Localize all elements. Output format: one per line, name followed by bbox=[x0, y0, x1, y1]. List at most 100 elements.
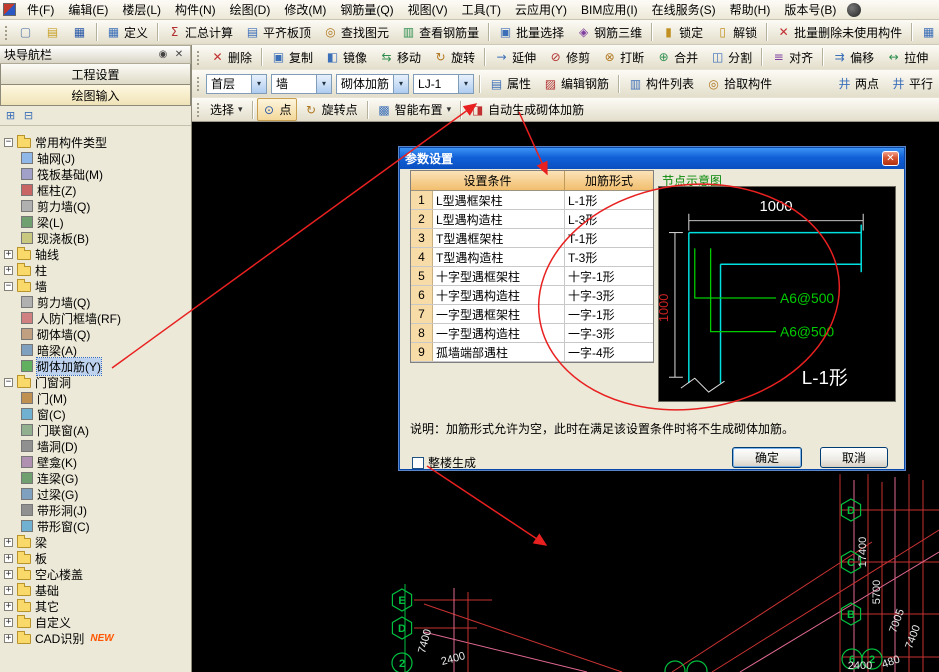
component-list-button[interactable]: ▥ 构件列表 bbox=[623, 72, 699, 95]
unlock-button[interactable]: ▯ 解锁 bbox=[710, 21, 762, 44]
menu-item-11[interactable]: BIM应用(I) bbox=[574, 0, 645, 20]
expand-icon[interactable]: + bbox=[4, 617, 13, 627]
tree-item-28[interactable]: + 基础 bbox=[0, 582, 191, 598]
menu-item-13[interactable]: 帮助(H) bbox=[723, 0, 778, 20]
column-header-condition[interactable]: 设置条件 bbox=[411, 171, 565, 190]
tree-item-26[interactable]: + 板 bbox=[0, 550, 191, 566]
select-mode-dropdown[interactable]: 选择 ▾ bbox=[205, 98, 248, 121]
chevron-down-icon[interactable]: ▾ bbox=[393, 74, 409, 93]
expand-icon[interactable]: + bbox=[4, 249, 13, 259]
cell-form[interactable]: 十字-1形 bbox=[565, 267, 653, 285]
cell-form[interactable]: L-3形 bbox=[565, 210, 653, 228]
menu-item-12[interactable]: 在线服务(S) bbox=[645, 0, 723, 20]
collapse-all-icon[interactable]: ⊟ bbox=[21, 108, 36, 123]
tree-item-17[interactable]: 窗(C) bbox=[0, 406, 191, 422]
expand-icon[interactable]: + bbox=[4, 569, 13, 579]
mirror-button[interactable]: ◧ 镜像 bbox=[320, 46, 372, 69]
chevron-down-icon[interactable]: ▾ bbox=[316, 74, 331, 93]
2d-view-button[interactable]: ▦二 bbox=[916, 21, 939, 44]
collapse-icon[interactable]: − bbox=[4, 377, 13, 387]
table-row[interactable]: 6 十字型遇构造柱 十字-3形 bbox=[411, 286, 653, 305]
tree-item-23[interactable]: 带形洞(J) bbox=[0, 502, 191, 518]
tree-item-30[interactable]: + 自定义 bbox=[0, 614, 191, 630]
align-button[interactable]: ≡ 对齐 bbox=[766, 46, 818, 69]
cell-condition[interactable]: 一字型遇构造柱 bbox=[433, 324, 565, 342]
new-file-button[interactable]: ▢ bbox=[13, 22, 38, 43]
save-button[interactable]: ▦ bbox=[67, 22, 92, 43]
menu-item-5[interactable]: 绘图(D) bbox=[223, 0, 278, 20]
floor-combo[interactable]: 首层 ▾ bbox=[206, 73, 267, 94]
tree-item-4[interactable]: 剪力墙(Q) bbox=[0, 198, 191, 214]
menu-item-1[interactable]: 件(F) bbox=[20, 0, 61, 20]
extend-button[interactable]: → 延伸 bbox=[489, 46, 541, 69]
checkbox-icon[interactable] bbox=[412, 456, 424, 469]
whole-building-checkbox[interactable]: 整楼生成 bbox=[412, 454, 476, 471]
menu-item-4[interactable]: 构件(N) bbox=[168, 0, 223, 20]
toolbar-grip[interactable] bbox=[195, 75, 200, 92]
tree-item-2[interactable]: 筏板基础(M) bbox=[0, 166, 191, 182]
sidebar-titlebar[interactable]: 块导航栏 ◉ ✕ bbox=[0, 45, 191, 64]
view-rebar-qty-button[interactable]: ▥ 查看钢筋量 bbox=[396, 21, 484, 44]
tree-item-27[interactable]: + 空心楼盖 bbox=[0, 566, 191, 582]
tree-item-21[interactable]: 连梁(G) bbox=[0, 470, 191, 486]
column-header-form[interactable]: 加筋形式 bbox=[565, 171, 653, 190]
cell-form[interactable]: 一字-3形 bbox=[565, 324, 653, 342]
point-button[interactable]: ⊙ 点 bbox=[256, 98, 297, 121]
align-slab-top-button[interactable]: ▤ 平齐板顶 bbox=[240, 21, 316, 44]
drawing-input-button[interactable]: 绘图输入 bbox=[0, 85, 191, 106]
menu-item-6[interactable]: 修改(M) bbox=[277, 0, 333, 20]
tree-item-14[interactable]: 砌体加筋(Y) bbox=[0, 356, 191, 376]
smart-layout-dropdown[interactable]: ▩ 智能布置 ▾ bbox=[372, 98, 457, 121]
cell-condition[interactable]: 一字型遇框架柱 bbox=[433, 305, 565, 323]
category-combo[interactable]: 墙 ▾ bbox=[271, 73, 332, 94]
stretch-button[interactable]: ↔ 拉伸 bbox=[881, 46, 933, 69]
cell-form[interactable]: 一字-1形 bbox=[565, 305, 653, 323]
edit-rebar-button[interactable]: ▨ 编辑钢筋 bbox=[538, 72, 614, 95]
cell-condition[interactable]: L型遇框架柱 bbox=[433, 191, 565, 209]
tree-item-8[interactable]: + 柱 bbox=[0, 262, 191, 278]
auto-generate-masonry-rebar-button[interactable]: ◨ 自动生成砌体加筋 bbox=[465, 98, 589, 121]
expand-icon[interactable]: + bbox=[4, 553, 13, 563]
split-button[interactable]: ◫ 分割 bbox=[705, 46, 757, 69]
tree-item-11[interactable]: 人防门框墙(RF) bbox=[0, 310, 191, 326]
tree-item-1[interactable]: 轴网(J) bbox=[0, 150, 191, 166]
element-name-combo[interactable]: LJ-1 ▾ bbox=[413, 73, 475, 94]
tree-item-0[interactable]: − 常用构件类型 bbox=[0, 134, 191, 150]
expand-all-icon[interactable]: ⊞ bbox=[3, 108, 18, 123]
expand-icon[interactable]: + bbox=[4, 601, 13, 611]
toolbar-grip[interactable] bbox=[3, 23, 8, 41]
tree-item-6[interactable]: 现浇板(B) bbox=[0, 230, 191, 246]
break-button[interactable]: ⊗ 打断 bbox=[597, 46, 649, 69]
batch-delete-unused-button[interactable]: ✕ 批量删除未使用构件 bbox=[771, 21, 907, 44]
two-point-button[interactable]: 井两点 bbox=[832, 72, 884, 95]
chevron-down-icon[interactable]: ▾ bbox=[458, 74, 474, 93]
tree-item-24[interactable]: 带形窗(C) bbox=[0, 518, 191, 534]
find-element-button[interactable]: ◎ 查找图元 bbox=[318, 21, 394, 44]
sum-calc-button[interactable]: Σ 汇总计算 bbox=[162, 21, 238, 44]
tree-item-22[interactable]: 过梁(G) bbox=[0, 486, 191, 502]
toolbar-grip[interactable] bbox=[195, 101, 200, 118]
collapse-icon[interactable]: − bbox=[4, 137, 13, 147]
expand-icon[interactable]: + bbox=[4, 633, 13, 643]
tree-item-18[interactable]: 门联窗(A) bbox=[0, 422, 191, 438]
define-button[interactable]: ▦ 定义 bbox=[101, 21, 153, 44]
pick-component-button[interactable]: ◎ 拾取构件 bbox=[701, 72, 777, 95]
tree-item-31[interactable]: + CAD识别 NEW bbox=[0, 630, 191, 646]
move-button[interactable]: ⇆ 移动 bbox=[374, 46, 426, 69]
open-file-button[interactable]: ▤ bbox=[40, 22, 65, 43]
close-icon[interactable]: ✕ bbox=[172, 48, 186, 62]
cell-form[interactable]: T-3形 bbox=[565, 248, 653, 266]
rotate-button[interactable]: ↻ 旋转 bbox=[428, 46, 480, 69]
table-row[interactable]: 5 十字型遇框架柱 十字-1形 bbox=[411, 267, 653, 286]
properties-button[interactable]: ▤ 属性 bbox=[484, 72, 536, 95]
tree-item-19[interactable]: 墙洞(D) bbox=[0, 438, 191, 454]
cell-condition[interactable]: L型遇构造柱 bbox=[433, 210, 565, 228]
cell-condition[interactable]: 十字型遇构造柱 bbox=[433, 286, 565, 304]
tree-item-12[interactable]: 砌体墙(Q) bbox=[0, 326, 191, 342]
ok-button[interactable]: 确定 bbox=[732, 447, 802, 468]
collapse-icon[interactable]: − bbox=[4, 281, 13, 291]
rotate-point-button[interactable]: ↻ 旋转点 bbox=[299, 98, 363, 121]
tree-item-20[interactable]: 壁龛(K) bbox=[0, 454, 191, 470]
cell-form[interactable]: 十字-3形 bbox=[565, 286, 653, 304]
lock-button[interactable]: ▮ 锁定 bbox=[656, 21, 708, 44]
